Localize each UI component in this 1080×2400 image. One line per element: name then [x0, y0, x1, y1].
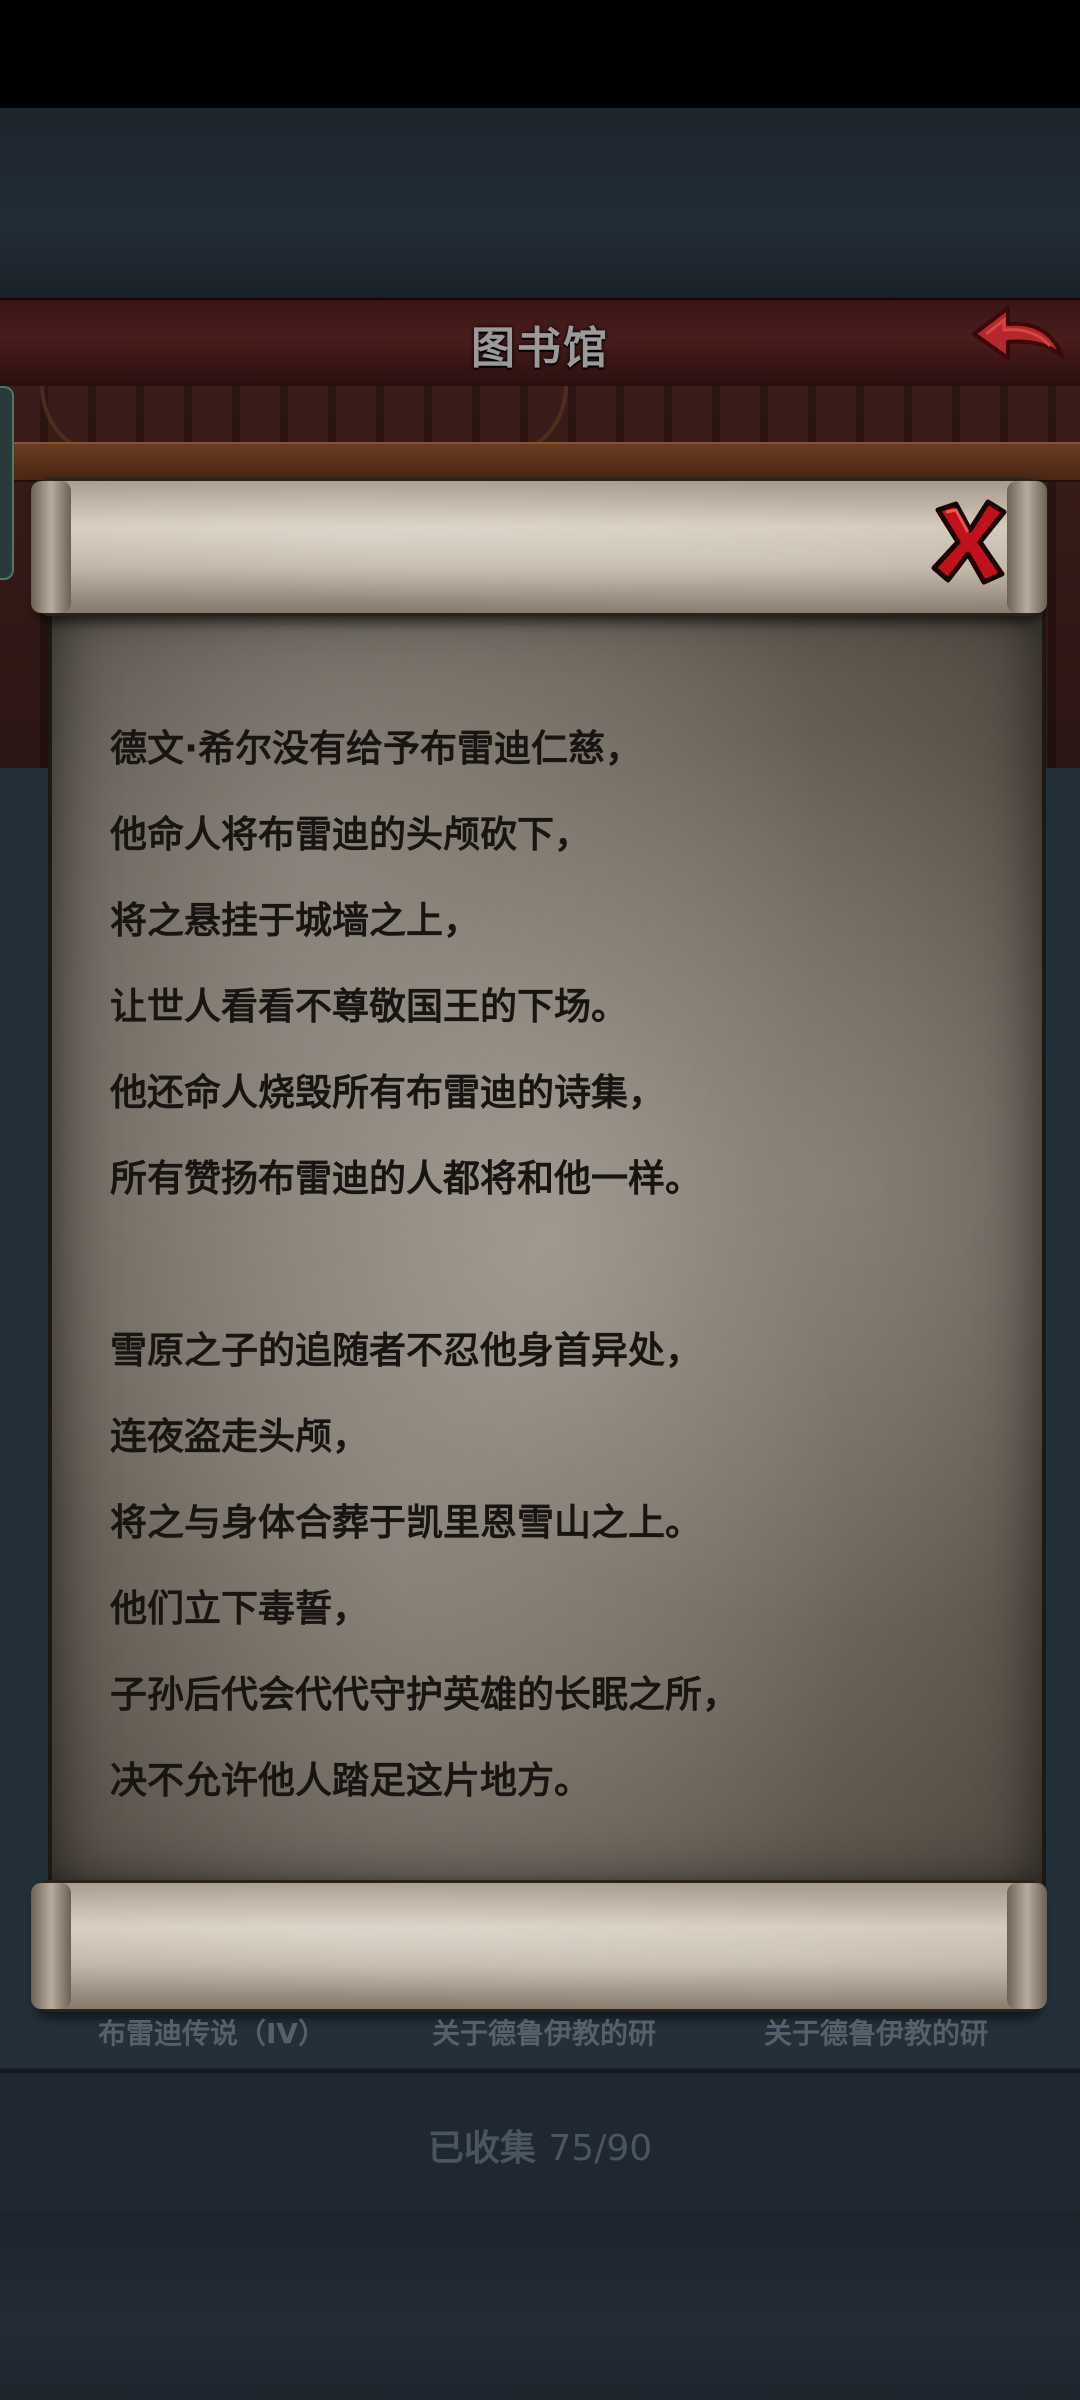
book-tab-strip: 布雷迪传说（IV） 关于德鲁伊教的研 关于德鲁伊教的研 — [0, 2006, 1080, 2066]
back-button[interactable] — [968, 300, 1068, 384]
poem-line-blank — [110, 1222, 990, 1308]
collected-status: 已收集 75/90 — [0, 2119, 1080, 2171]
collection-panel: 已收集 75/90 — [0, 2070, 1080, 2213]
scroll-curl-left — [31, 1883, 71, 2009]
close-button[interactable] — [928, 496, 1010, 586]
poem-line: 德文·希尔没有给予布雷迪仁慈， — [110, 727, 643, 770]
page-title: 图书馆 — [471, 323, 609, 374]
book-tab-3[interactable]: 关于德鲁伊教的研 — [764, 2012, 988, 2052]
poem-text: 德文·希尔没有给予布雷迪仁慈， 他命人将布雷迪的头颅砍下， 将之悬挂于城墙之上，… — [110, 706, 990, 1824]
close-x-icon — [931, 499, 1007, 585]
back-arrow-icon — [972, 306, 1064, 360]
scene-beam — [0, 442, 1080, 482]
poem-line: 子孙后代会代代守护英雄的长眠之所， — [110, 1673, 739, 1716]
scroll-bottom-roll — [31, 1880, 1047, 2012]
background-bottom — [0, 2210, 1080, 2400]
status-bar — [0, 0, 1080, 108]
title-bar: 图书馆 — [0, 298, 1080, 389]
scroll-curl-left — [31, 481, 71, 613]
poem-line: 将之悬挂于城墙之上， — [110, 899, 480, 942]
poem-line: 将之与身体合葬于凯里恩雪山之上。 — [110, 1501, 702, 1544]
side-tab[interactable] — [0, 386, 14, 580]
poem-line: 雪原之子的追随者不忍他身首异处， — [110, 1329, 702, 1372]
poem-line: 所有赞扬布雷迪的人都将和他一样。 — [110, 1157, 702, 1200]
book-tab-2[interactable]: 关于德鲁伊教的研 — [432, 2012, 656, 2052]
book-tab-1[interactable]: 布雷迪传说（IV） — [98, 2012, 326, 2052]
poem-line: 他们立下毒誓， — [110, 1587, 369, 1630]
poem-line: 让世人看看不尊敬国王的下场。 — [110, 985, 628, 1028]
scroll-curl-right — [1007, 481, 1047, 613]
scroll-curl-right — [1007, 1883, 1047, 2009]
collected-count: 75/90 — [548, 2128, 653, 2169]
poem-line: 他还命人烧毁所有布雷迪的诗集， — [110, 1071, 665, 1114]
poem-line: 连夜盗走头颅， — [110, 1415, 369, 1458]
collected-label: 已收集 — [427, 2128, 536, 2169]
poem-line: 他命人将布雷迪的头颅砍下， — [110, 813, 591, 856]
scroll-top-roll — [31, 478, 1047, 616]
background-top — [0, 108, 1080, 298]
poem-line: 决不允许他人踏足这片地方。 — [110, 1759, 591, 1802]
